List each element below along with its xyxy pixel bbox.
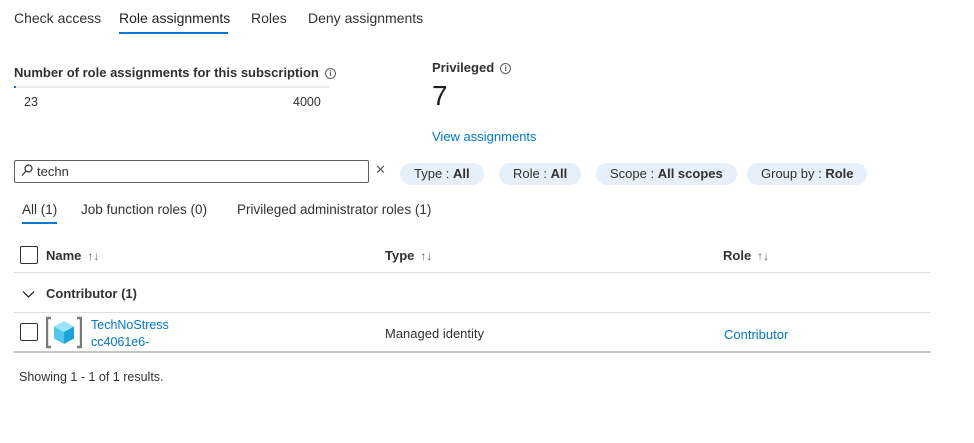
usage-bar bbox=[14, 86, 329, 88]
chevron-down-icon[interactable] bbox=[22, 287, 35, 302]
view-assignments-link[interactable]: View assignments bbox=[432, 129, 537, 144]
select-all-checkbox[interactable] bbox=[20, 246, 38, 264]
tab-check-access[interactable]: Check access bbox=[14, 10, 101, 26]
assignment-count-title-text: Number of role assignments for this subs… bbox=[14, 65, 319, 80]
search-box[interactable] bbox=[14, 160, 369, 183]
column-header-type-label: Type bbox=[385, 248, 415, 263]
limit-count: 4000 bbox=[293, 95, 321, 109]
role-link[interactable]: Contributor bbox=[724, 327, 788, 342]
assignment-count-title: Number of role assignments for this subs… bbox=[14, 65, 336, 80]
column-header-type[interactable]: Type ↑↓ bbox=[385, 248, 432, 263]
privileged-title-text: Privileged bbox=[432, 60, 495, 75]
sort-icon[interactable]: ↑↓ bbox=[87, 249, 99, 263]
subtab-job-function-roles[interactable]: Job function roles (0) bbox=[81, 202, 207, 217]
usage-bar-fill bbox=[14, 86, 16, 88]
table-row[interactable]: TechNoStress cc4061e6- Managed identity … bbox=[0, 313, 974, 351]
principal-type: Managed identity bbox=[385, 326, 485, 341]
info-icon[interactable]: i bbox=[324, 68, 336, 79]
filter-role[interactable]: Role : All bbox=[499, 163, 582, 185]
subtab-all[interactable]: All (1) bbox=[22, 202, 57, 217]
clear-search-icon[interactable]: ✕ bbox=[375, 162, 386, 178]
group-label-contributor: Contributor (1) bbox=[46, 286, 137, 301]
filter-role-key: Role : bbox=[513, 166, 551, 181]
column-header-role[interactable]: Role ↑↓ bbox=[723, 248, 769, 263]
filter-group-by[interactable]: Group by : Role bbox=[747, 163, 868, 185]
active-tab-indicator bbox=[119, 32, 228, 34]
column-header-name[interactable]: Name ↑↓ bbox=[46, 248, 99, 263]
principal-name-link[interactable]: TechNoStress bbox=[91, 318, 169, 332]
filter-scope-key: Scope : bbox=[610, 166, 658, 181]
principal-id-link[interactable]: cc4061e6- bbox=[91, 335, 149, 349]
row-checkbox[interactable] bbox=[20, 323, 38, 341]
filter-group-by-value: Role bbox=[825, 166, 854, 181]
search-icon bbox=[21, 164, 33, 180]
filter-type-value: All bbox=[453, 166, 470, 181]
tab-deny-assignments[interactable]: Deny assignments bbox=[308, 10, 423, 26]
current-count: 23 bbox=[24, 95, 38, 109]
divider bbox=[14, 351, 931, 353]
subtab-privileged-admin-roles[interactable]: Privileged administrator roles (1) bbox=[237, 202, 431, 217]
filter-scope[interactable]: Scope : All scopes bbox=[596, 163, 737, 185]
sort-icon[interactable]: ↑↓ bbox=[757, 249, 769, 263]
filter-group-by-key: Group by : bbox=[761, 166, 826, 181]
results-summary: Showing 1 - 1 of 1 results. bbox=[19, 370, 164, 384]
sort-icon[interactable]: ↑↓ bbox=[420, 249, 432, 263]
filter-scope-value: All scopes bbox=[657, 166, 723, 181]
tab-role-assignments[interactable]: Role assignments bbox=[119, 10, 230, 26]
info-icon[interactable]: i bbox=[500, 63, 512, 74]
tab-roles[interactable]: Roles bbox=[251, 10, 287, 26]
privileged-count: 7 bbox=[432, 80, 448, 111]
active-subtab-indicator bbox=[22, 222, 57, 224]
filter-type-key: Type : bbox=[414, 166, 454, 181]
privileged-title: Privileged i bbox=[432, 60, 512, 75]
filter-role-value: All bbox=[550, 166, 568, 181]
managed-identity-icon bbox=[45, 316, 83, 352]
column-header-role-label: Role bbox=[723, 248, 752, 263]
divider bbox=[14, 272, 931, 273]
filter-type[interactable]: Type : All bbox=[400, 163, 484, 185]
column-header-name-label: Name bbox=[46, 248, 82, 263]
search-input[interactable] bbox=[37, 163, 357, 180]
